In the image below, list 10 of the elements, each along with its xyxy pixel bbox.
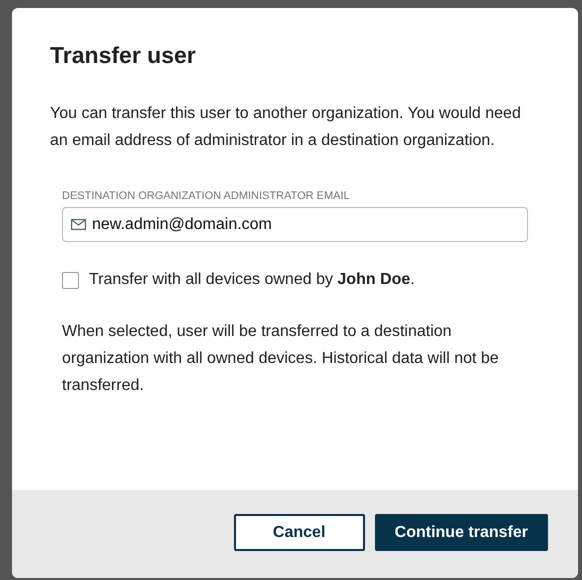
continue-button[interactable]: Continue transfer <box>374 514 548 551</box>
checkbox[interactable] <box>62 272 79 289</box>
checkbox-label: Transfer with all devices owned by John Doe. <box>89 270 415 290</box>
note-text: When selected, user will be transferred to a destination organization with all owned devices. Historical data will not be transferred. <box>62 322 500 396</box>
dialog-title: Transfer user <box>50 42 197 70</box>
intro-text: You can transfer this user to another organization. You would need an email address of administrator in a destination organization. <box>50 104 522 151</box>
cancel-button[interactable]: Cancel <box>234 514 365 551</box>
field-label: DESTINATION ORGANIZATION ADMINISTRATOR EMAIL <box>62 188 351 204</box>
email-field[interactable]: new.admin@domain.com <box>62 207 528 242</box>
envelope-icon <box>71 219 86 230</box>
